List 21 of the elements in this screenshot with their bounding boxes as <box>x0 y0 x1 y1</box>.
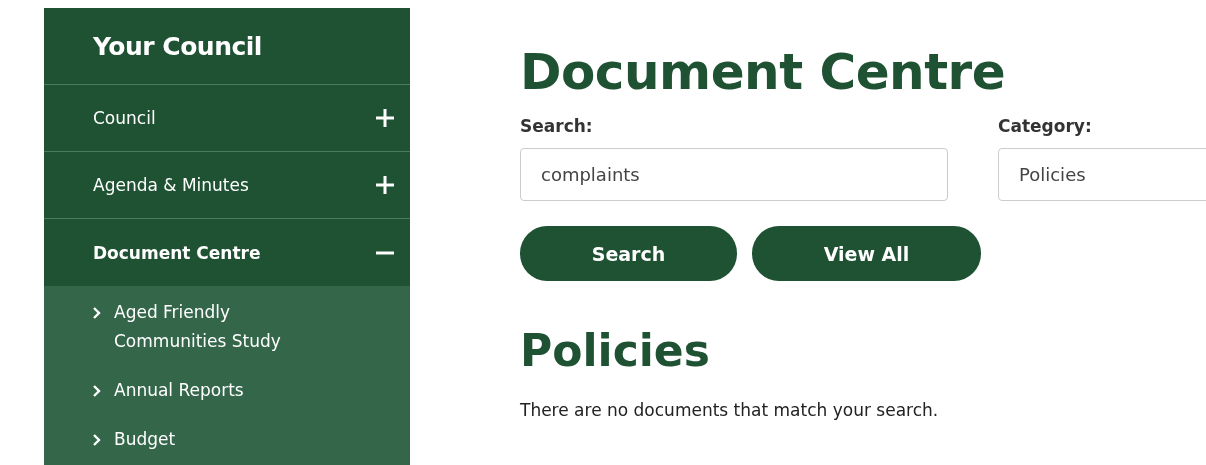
submenu-item[interactable]: Annual Reports <box>92 376 312 405</box>
submenu-item[interactable]: Budget <box>92 425 312 454</box>
chevron-right-icon <box>92 433 102 447</box>
submenu-item[interactable]: Aged Friendly Communities Study <box>92 298 312 356</box>
view-all-button[interactable]: View All <box>752 226 981 281</box>
results-message: There are no documents that match your search. <box>520 400 940 420</box>
search-button[interactable]: Search <box>520 226 737 281</box>
sidebar-item[interactable]: Council <box>44 85 410 152</box>
chevron-right-icon <box>92 306 102 320</box>
sidebar-title: Your Council <box>44 8 410 85</box>
search-label: Search: <box>520 116 594 136</box>
chevron-right-icon <box>92 384 102 398</box>
search-field[interactable]: complaints <box>520 148 948 201</box>
category-select[interactable]: Policies <box>998 148 1206 201</box>
plus-icon[interactable] <box>376 176 394 194</box>
sidebar-item[interactable]: Document Centre <box>44 219 410 286</box>
page-title: Document Centre <box>520 42 1007 102</box>
plus-icon[interactable] <box>376 109 394 127</box>
category-label: Category: <box>998 116 1093 136</box>
sidebar-item[interactable]: Agenda & Minutes <box>44 152 410 219</box>
results-heading: Policies <box>520 325 711 376</box>
